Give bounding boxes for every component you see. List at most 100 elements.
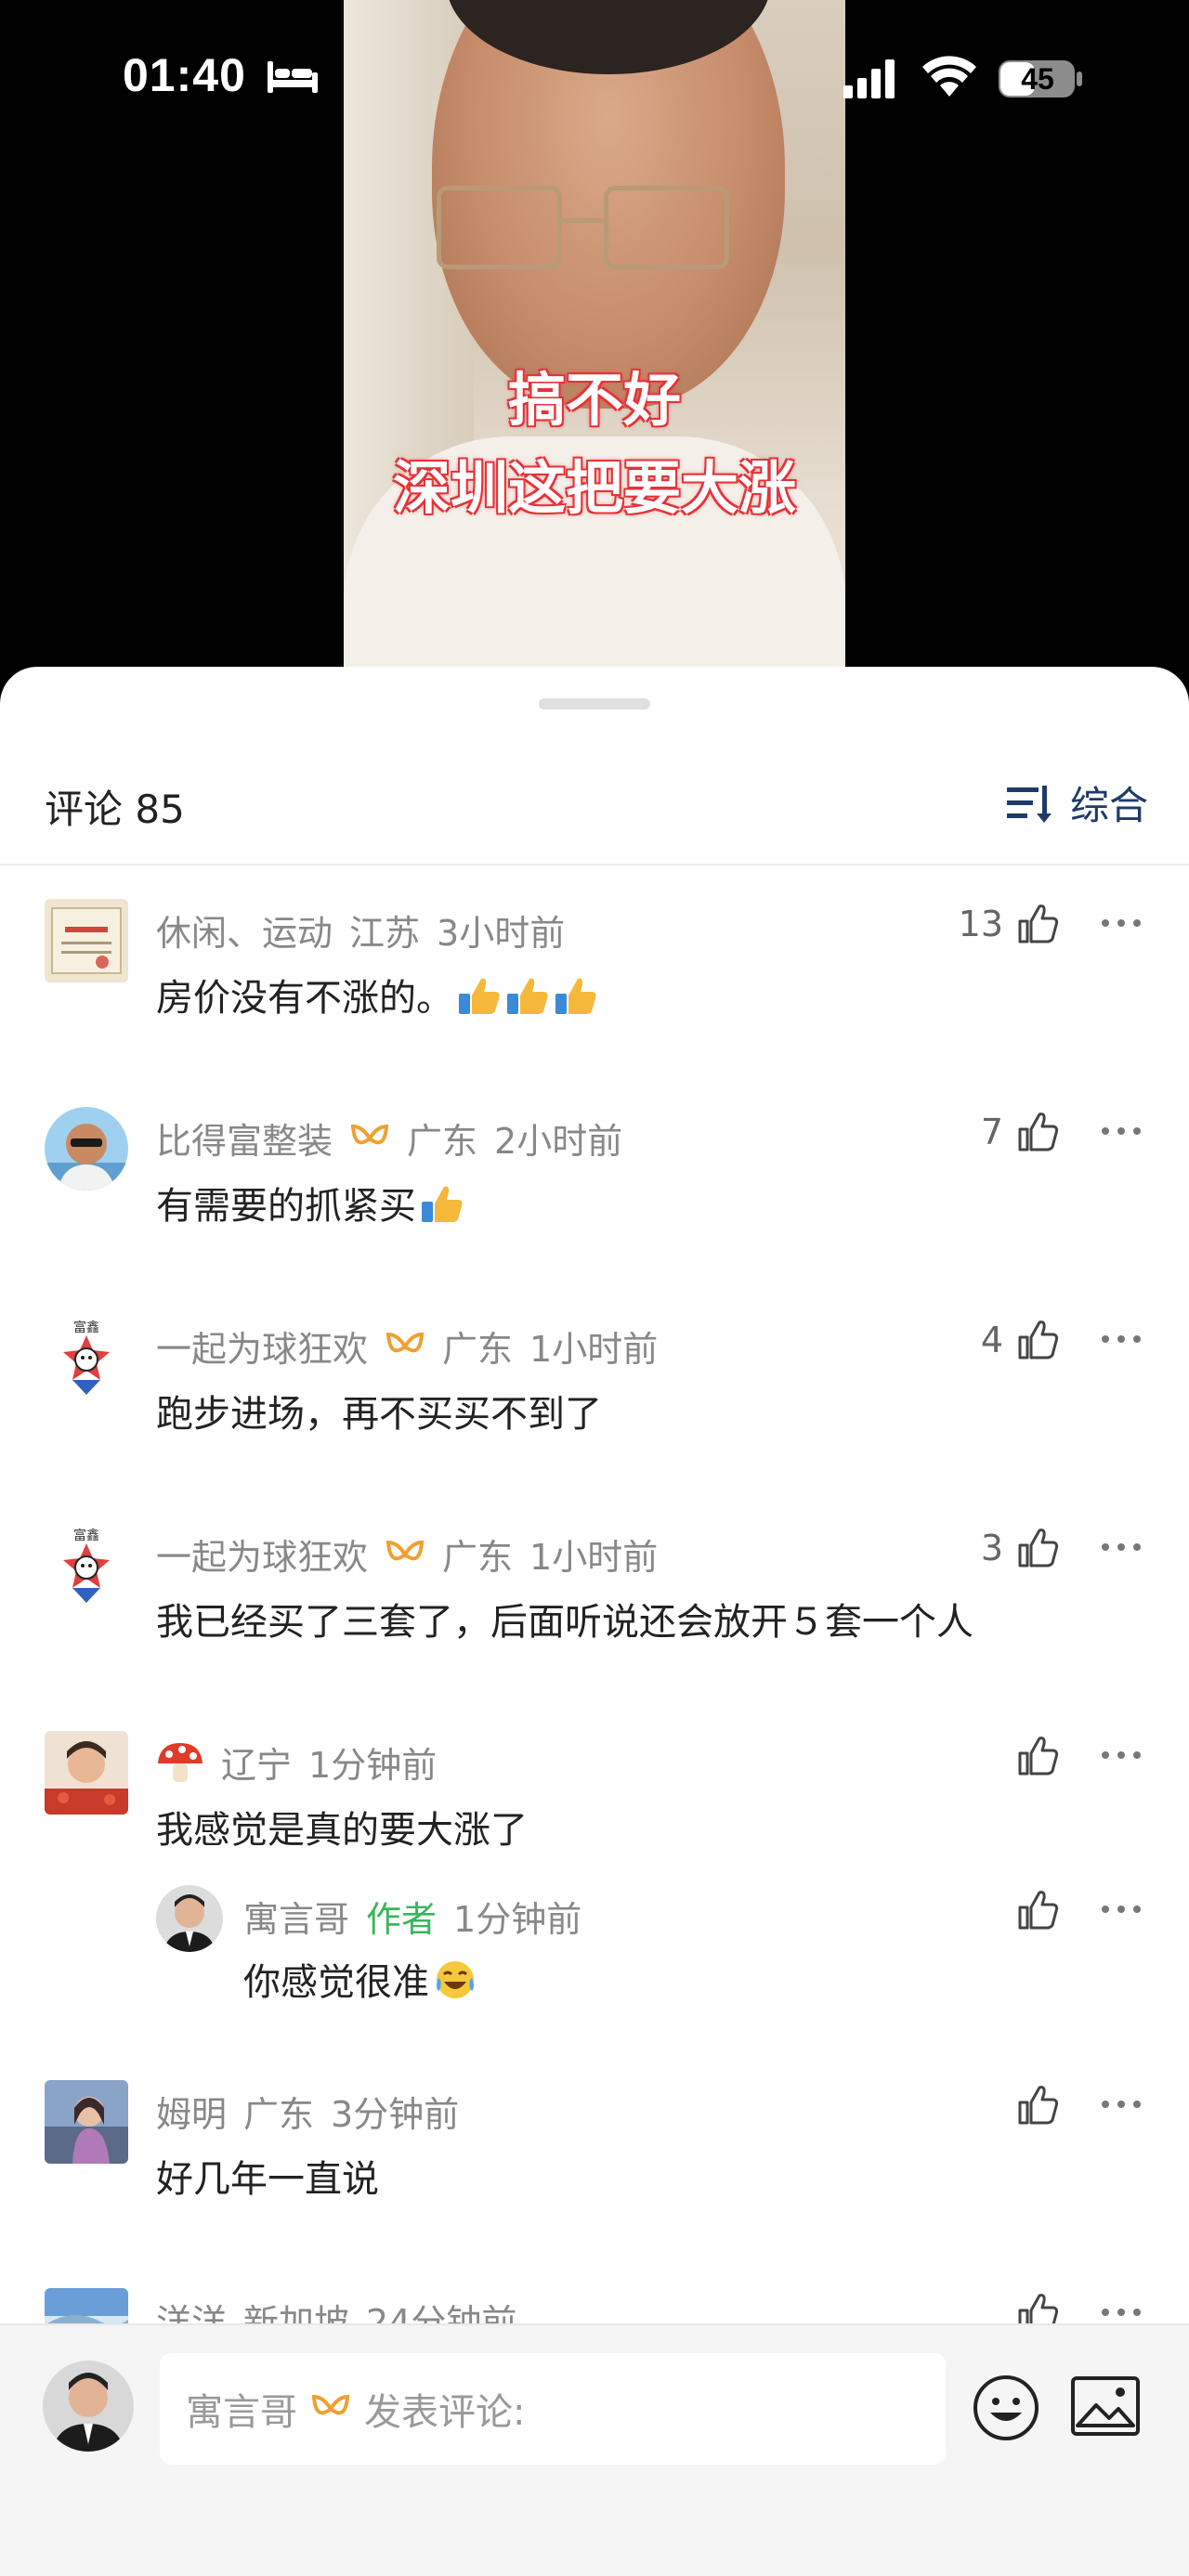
like-count: 13: [958, 904, 1003, 944]
comment-count-title: 评论 85: [45, 787, 185, 832]
comment-list[interactable]: 休闲、运动 江苏 3小时前 房价没有不涨的。 13 比得富整装 广东 2小时前 …: [0, 865, 1189, 2325]
reply-item: 寓言哥 作者 1分钟前 你感觉很准: [156, 1883, 1189, 2041]
thumbs-up-icon: [1018, 1891, 1059, 1930]
more-options-icon[interactable]: [1100, 1750, 1143, 1761]
username[interactable]: 洋洋: [156, 2294, 227, 2325]
like-button[interactable]: 13: [959, 903, 1059, 945]
comment-text: 房价没有不涨的。: [156, 977, 453, 1020]
comment-meta: 一起为球狂欢 广东 1小时前: [156, 1321, 658, 1372]
username[interactable]: 姆明: [156, 2086, 227, 2137]
comment-meta: 洋洋 新加坡 24分钟前: [156, 2294, 516, 2325]
like-button[interactable]: 4: [981, 1319, 1059, 1361]
thumbs-up-icon: [1018, 2086, 1059, 2125]
more-options-icon[interactable]: [1100, 2099, 1143, 2110]
like-button[interactable]: 3: [981, 1527, 1059, 1569]
avatar[interactable]: [45, 899, 128, 982]
comment-item: 休闲、运动 江苏 3小时前 房价没有不涨的。 13: [0, 865, 1189, 1073]
comment-text-row[interactable]: 房价没有不涨的。: [156, 968, 598, 1021]
thumbs-up-icon: [1018, 904, 1059, 943]
comment-text-row[interactable]: 你感觉很准: [243, 1952, 477, 2006]
like-button[interactable]: [1003, 1889, 1059, 1932]
timestamp: 24分钟前: [366, 2302, 517, 2325]
like-count: 7: [980, 1112, 1003, 1152]
sleep-focus-icon: [268, 61, 318, 93]
region: 新加坡: [243, 2302, 350, 2325]
comment-meta: 辽宁 1分钟前: [156, 1737, 437, 1788]
svg-text:富鑫: 富鑫: [73, 1528, 99, 1543]
region: 江苏: [349, 913, 421, 954]
comment-item: 姆明 广东 3分钟前 好几年一直说: [0, 2047, 1189, 2255]
timestamp: 1分钟前: [453, 1899, 582, 1940]
comment-text[interactable]: 我已经买了三套了，后面听说还会放开５套一个人: [156, 1592, 973, 1646]
more-options-icon[interactable]: [1100, 2307, 1143, 2318]
username[interactable]: 寓言哥: [243, 1891, 349, 1942]
thumbs-up-icon: [1018, 1321, 1059, 1360]
thumbs-up-emoji-icon: [555, 978, 596, 1014]
sort-button[interactable]: 综合: [1005, 774, 1148, 831]
emoji-icon[interactable]: [972, 2374, 1040, 2442]
username[interactable]: 比得富整装: [156, 1112, 333, 1164]
username[interactable]: 一起为球狂欢: [156, 1529, 368, 1580]
like-button[interactable]: [1003, 2292, 1059, 2325]
username[interactable]: 休闲、运动: [156, 904, 333, 956]
thumbs-up-icon: [1018, 1529, 1059, 1568]
more-options-icon[interactable]: [1100, 1542, 1143, 1553]
thumbs-up-emoji-icon: [459, 978, 500, 1014]
video-player[interactable]: 搞不好 深圳这把要大涨 01:40 45: [0, 0, 1189, 706]
sort-icon: [1006, 785, 1052, 823]
avatar[interactable]: [45, 1107, 128, 1190]
comment-meta: 比得富整装 广东 2小时前: [156, 1112, 622, 1164]
region: 广东: [407, 1121, 478, 1162]
more-options-icon[interactable]: [1100, 917, 1143, 929]
more-options-icon[interactable]: [1100, 1904, 1143, 1915]
comment-item: 富鑫 一起为球狂欢 广东 1小时前 跑步进场，再不买买不到了 4: [0, 1281, 1189, 1490]
mushroom-icon: [158, 1742, 203, 1782]
fan-badge-icon: [385, 1332, 425, 1352]
thumbs-up-emoji-icon: [507, 978, 548, 1014]
avatar[interactable]: 富鑫: [45, 1315, 128, 1399]
wifi-icon: [922, 56, 976, 97]
comment-text[interactable]: 我感觉是真的要大涨了: [156, 1800, 528, 1854]
fan-badge-icon: [350, 1124, 389, 1144]
video-caption-line1: 搞不好: [507, 366, 681, 434]
thumbs-up-emoji-icon: [422, 1186, 463, 1222]
more-options-icon[interactable]: [1100, 1334, 1143, 1345]
timestamp: 3分钟前: [331, 2094, 460, 2135]
avatar[interactable]: [45, 2080, 128, 2164]
comment-input-bar: 寓言哥 发表评论:: [0, 2323, 1189, 2576]
battery-level: 45: [1021, 62, 1054, 96]
comment-input[interactable]: 寓言哥 发表评论:: [160, 2353, 946, 2465]
fan-badge-icon: [311, 2394, 350, 2415]
more-options-icon[interactable]: [1100, 1125, 1143, 1137]
comment-item: 比得富整装 广东 2小时前 有需要的抓紧买 7: [0, 1073, 1189, 1281]
my-avatar[interactable]: [43, 2361, 134, 2452]
comment-text: 有需要的抓紧买: [156, 1185, 416, 1228]
comment-sheet: 评论 85 综合 休闲、运动 江苏 3小时前 房价没有不涨的。 13 比得富整装…: [0, 667, 1189, 2576]
comment-text[interactable]: 跑步进场，再不买买不到了: [156, 1384, 602, 1438]
image-icon[interactable]: [1070, 2375, 1141, 2437]
comment-text-row[interactable]: 有需要的抓紧买: [156, 1176, 464, 1229]
avatar[interactable]: 富鑫: [45, 1523, 128, 1607]
comment-item: 辽宁 1分钟前 我感觉是真的要大涨了 寓言哥 作者 1分钟前 你感觉很准: [0, 1698, 1189, 2047]
avatar[interactable]: [45, 1731, 128, 1815]
thumbs-up-icon: [1018, 1737, 1059, 1776]
drag-handle[interactable]: [539, 698, 650, 709]
like-button[interactable]: [1003, 1735, 1059, 1777]
comment-item: 洋洋 新加坡 24分钟前: [0, 2255, 1189, 2325]
comment-meta: 休闲、运动 江苏 3小时前: [156, 904, 565, 956]
author-tag: 作者: [366, 1899, 438, 1940]
input-placeholder: 发表评论:: [364, 2391, 526, 2434]
video-caption-line2: 深圳这把要大涨: [392, 454, 796, 522]
region: 广东: [442, 1537, 514, 1578]
timestamp: 1分钟前: [308, 1745, 438, 1786]
cellular-signal-icon: [843, 59, 895, 98]
like-button[interactable]: 7: [981, 1111, 1059, 1153]
comment-text[interactable]: 好几年一直说: [156, 2149, 379, 2203]
laughing-crying-emoji-icon: [437, 1961, 474, 1998]
region: 广东: [442, 1329, 514, 1370]
like-button[interactable]: [1003, 2084, 1059, 2127]
username[interactable]: 一起为球狂欢: [156, 1321, 368, 1372]
avatar[interactable]: [45, 2288, 128, 2325]
region: 辽宁: [221, 1745, 293, 1786]
avatar[interactable]: [156, 1885, 223, 1952]
